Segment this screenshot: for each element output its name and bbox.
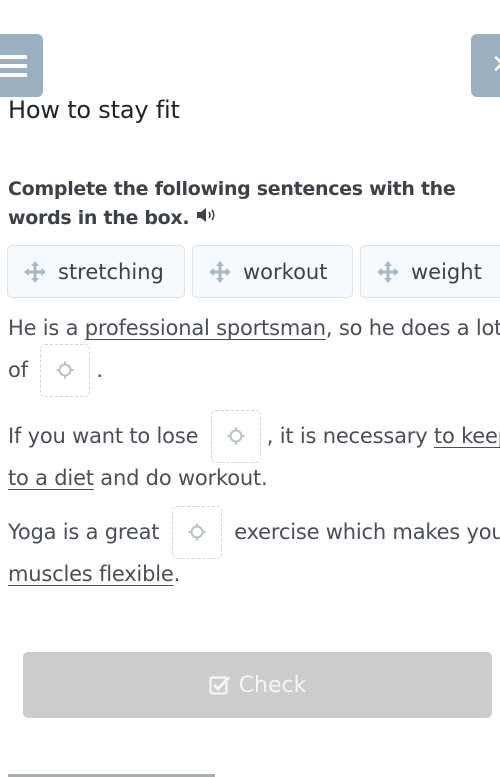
target-icon bbox=[188, 523, 206, 541]
checkbox-checked-icon bbox=[209, 675, 230, 695]
page-title: How to stay fit bbox=[8, 96, 180, 124]
underlined-phrase: muscles flexible bbox=[8, 562, 174, 586]
sentence-2: If you want to lose , it is necessary to… bbox=[8, 409, 500, 499]
word-chip-label: stretching bbox=[58, 259, 164, 284]
sentence-text: exercise which makes your bbox=[227, 520, 500, 544]
sentence-3: Yoga is a great exercise which makes you… bbox=[8, 505, 500, 595]
word-chip[interactable]: workout bbox=[192, 245, 353, 298]
sentence-text: , it is necessary bbox=[266, 424, 434, 448]
word-chip-label: workout bbox=[243, 259, 328, 284]
check-button[interactable]: Check bbox=[23, 652, 492, 718]
sentence-text: and do workout. bbox=[93, 466, 268, 490]
move-arrows-icon bbox=[24, 260, 46, 283]
drop-zone-3[interactable] bbox=[171, 505, 222, 559]
underlined-phrase: professional sportsman bbox=[84, 316, 326, 340]
word-bank: stretching workout weight bbox=[7, 245, 500, 298]
move-arrows-icon bbox=[377, 260, 399, 283]
sentence-text: . bbox=[173, 562, 181, 586]
sentence-text: He is a bbox=[8, 316, 85, 340]
check-button-label: Check bbox=[238, 672, 307, 698]
hamburger-menu-icon bbox=[0, 54, 27, 77]
close-button[interactable]: ✕ bbox=[471, 34, 500, 97]
speaker-icon[interactable] bbox=[195, 204, 219, 233]
sentence-text: . bbox=[96, 358, 103, 382]
word-chip-label: weight bbox=[411, 259, 482, 284]
close-icon: ✕ bbox=[491, 52, 500, 78]
drop-zone-2[interactable] bbox=[210, 409, 261, 463]
sentence-1: He is a professional sportsman, so he do… bbox=[8, 307, 500, 397]
target-icon bbox=[227, 427, 245, 445]
menu-button[interactable] bbox=[0, 34, 43, 97]
target-icon bbox=[56, 361, 74, 379]
word-chip[interactable]: weight bbox=[360, 245, 500, 298]
instruction-label: Complete the following sentences with th… bbox=[8, 178, 456, 229]
sentence-text: If you want to lose bbox=[8, 424, 205, 448]
move-arrows-icon bbox=[209, 260, 231, 283]
word-chip[interactable]: stretching bbox=[7, 245, 185, 298]
drop-zone-1[interactable] bbox=[40, 343, 91, 397]
instruction-text: Complete the following sentences with th… bbox=[8, 175, 500, 233]
sentence-text: Yoga is a great bbox=[8, 520, 166, 544]
